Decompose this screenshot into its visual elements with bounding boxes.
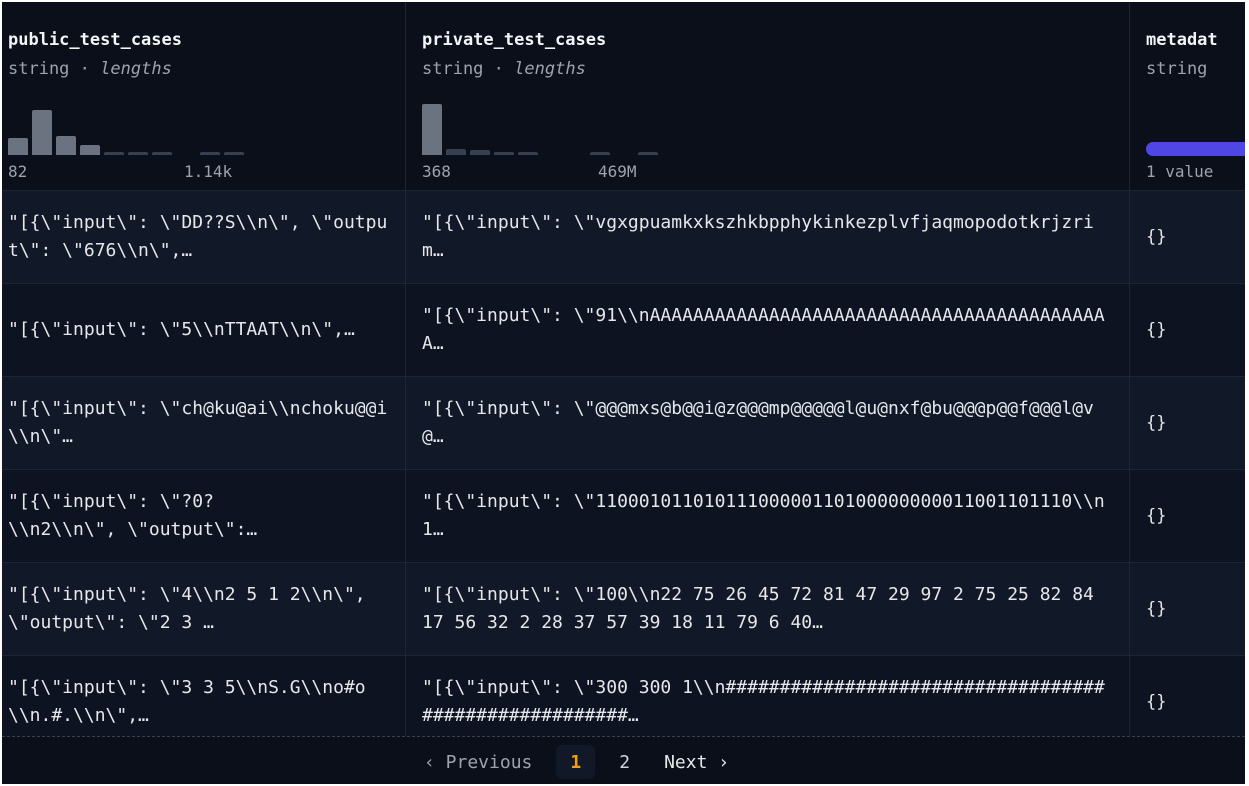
column-type: string [1146, 59, 1208, 79]
cell-public-test-cases[interactable]: "[{\"input\": \"DD??S\\n\", \"output\": … [2, 191, 406, 283]
table-row[interactable]: "[{\"input\": \"DD??S\\n\", \"output\": … [2, 191, 1245, 284]
histogram-bin[interactable] [56, 136, 76, 155]
histogram-bin[interactable] [590, 152, 610, 155]
cell-public-test-cases[interactable]: "[{\"input\": \"3 3 5\\nS.G\\no#o\\n.#.\… [2, 656, 406, 748]
cell-public-test-cases[interactable]: "[{\"input\": \"ch@ku@ai\\nchoku@@i\\n\"… [2, 377, 406, 469]
data-table: public_test_cases string · lengths 82 1.… [2, 2, 1245, 749]
cell-private-test-cases[interactable]: "[{\"input\": \"110001011010111000001101… [406, 470, 1130, 562]
histogram-bin[interactable] [32, 110, 52, 155]
cell-private-test-cases[interactable]: "[{\"input\": \"91\\nAAAAAAAAAAAAAAAAAAA… [406, 284, 1130, 376]
cell-private-test-cases[interactable]: "[{\"input\": \"vgxgpuamkxkszhkbpphykink… [406, 191, 1130, 283]
table-row[interactable]: "[{\"input\": \"5\\nTTAAT\\n\",… "[{\"in… [2, 284, 1245, 377]
cell-public-test-cases[interactable]: "[{\"input\": \"4\\n2 5 1 2\\n\", \"outp… [2, 563, 406, 655]
page-2-button[interactable]: 2 [595, 745, 654, 779]
table-row[interactable]: "[{\"input\": \"ch@ku@ai\\nchoku@@i\\n\"… [2, 377, 1245, 470]
column-type: string · lengths [8, 59, 172, 79]
pagination-controls: ‹ Previous 1 2 Next › [414, 745, 739, 779]
range-max: 469M [598, 162, 637, 181]
column-name: private_test_cases [422, 30, 607, 50]
histogram-bin[interactable] [422, 104, 442, 155]
page-1-button[interactable]: 1 [556, 745, 596, 779]
histogram-bin[interactable] [200, 152, 220, 155]
dataset-viewer: public_test_cases string · lengths 82 1.… [2, 2, 1245, 784]
histogram-bin[interactable] [128, 152, 148, 155]
cell-metadata[interactable]: {} [1130, 284, 1245, 376]
cell-metadata[interactable]: {} [1130, 470, 1245, 562]
range-min: 368 [422, 162, 451, 181]
histogram-bin[interactable] [8, 138, 28, 155]
column-type: string · lengths [422, 59, 586, 79]
histogram-bin[interactable] [224, 152, 244, 155]
histogram-bin[interactable] [494, 152, 514, 155]
histogram-bin[interactable] [518, 152, 538, 155]
histogram-bin[interactable] [638, 152, 658, 155]
cell-metadata[interactable]: {} [1130, 191, 1245, 283]
table-row[interactable]: "[{\"input\": \"4\\n2 5 1 2\\n\", \"outp… [2, 563, 1245, 656]
cell-private-test-cases[interactable]: "[{\"input\": \"@@@mxs@b@@i@z@@@mp@@@@@l… [406, 377, 1130, 469]
column-header-private-test-cases[interactable]: private_test_cases string · lengths 368 … [406, 2, 1130, 190]
cell-metadata[interactable]: {} [1130, 563, 1245, 655]
pagination: ‹ Previous 1 2 Next › [2, 736, 1245, 784]
cell-metadata[interactable]: {} [1130, 377, 1245, 469]
histogram-bin[interactable] [104, 152, 124, 155]
next-page-button[interactable]: Next › [654, 745, 739, 779]
cell-public-test-cases[interactable]: "[{\"input\": \"5\\nTTAAT\\n\",… [2, 284, 406, 376]
cell-metadata[interactable]: {} [1130, 656, 1245, 748]
range-max: 1.14k [184, 162, 233, 181]
histogram-bin[interactable] [80, 145, 100, 155]
range-min: 82 [8, 162, 28, 181]
column-name: metadat [1146, 30, 1218, 50]
histogram-bin[interactable] [446, 149, 466, 155]
column-header-public-test-cases[interactable]: public_test_cases string · lengths 82 1.… [2, 2, 406, 190]
histogram-bin[interactable] [470, 150, 490, 155]
column-name: public_test_cases [8, 30, 182, 50]
table-row[interactable]: "[{\"input\": \"?0? \\n2\\n\", \"output\… [2, 470, 1245, 563]
value-distribution-bar [1146, 142, 1245, 156]
table-header: public_test_cases string · lengths 82 1.… [2, 2, 1245, 191]
length-histogram [8, 97, 244, 155]
column-header-metadata[interactable]: metadat string 1 value [1130, 2, 1245, 190]
length-histogram [422, 97, 658, 155]
value-count: 1 value [1146, 162, 1214, 181]
histogram-bin[interactable] [152, 152, 172, 155]
cell-private-test-cases[interactable]: "[{\"input\": \"100\\n22 75 26 45 72 81 … [406, 563, 1130, 655]
previous-page-button[interactable]: ‹ Previous [414, 745, 556, 779]
cell-public-test-cases[interactable]: "[{\"input\": \"?0? \\n2\\n\", \"output\… [2, 470, 406, 562]
cell-private-test-cases[interactable]: "[{\"input\": \"300 300 1\\n############… [406, 656, 1130, 748]
